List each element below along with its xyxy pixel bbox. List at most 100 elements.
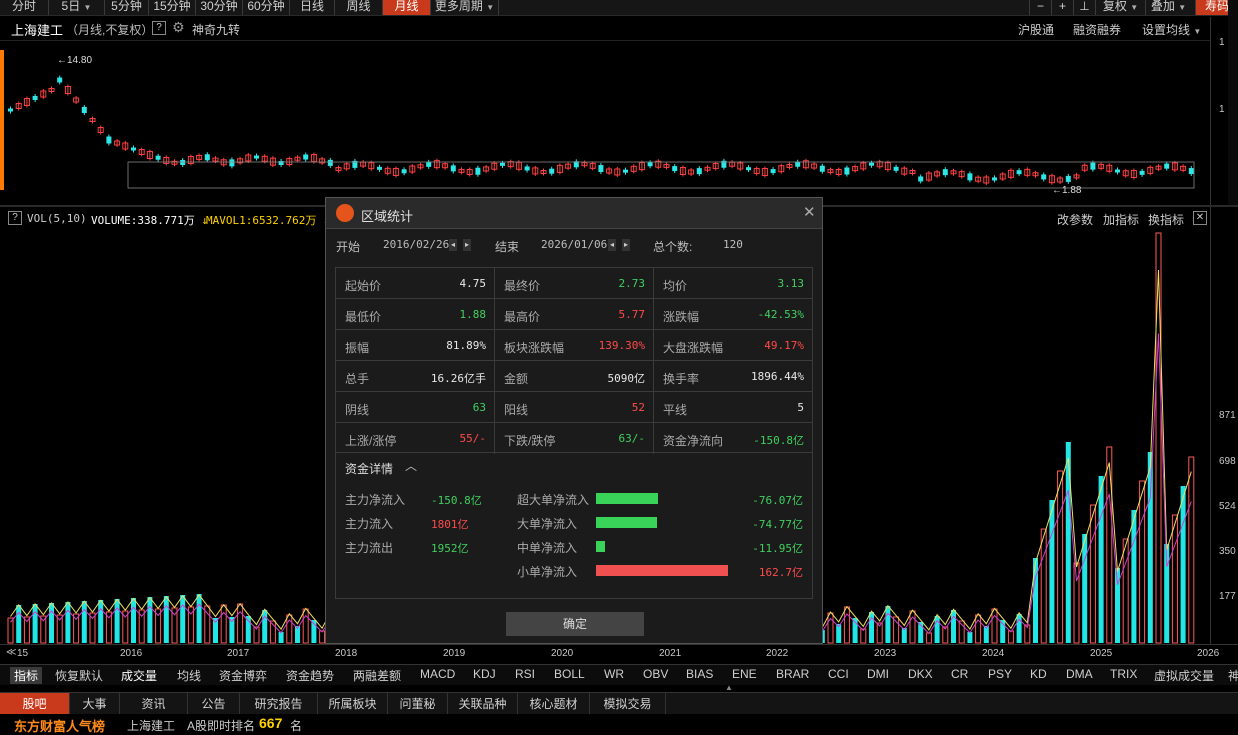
rights-adjust-dropdown[interactable]: 复权 ▼ (1095, 0, 1145, 15)
tab-news[interactable]: 资讯 (120, 693, 188, 715)
indicator-dma[interactable]: DMA (1066, 667, 1093, 681)
volume-bar (991, 608, 998, 644)
link-hk-connect[interactable]: 沪股通 (1018, 21, 1054, 38)
tab-intraday[interactable]: 分时 (0, 0, 49, 15)
indicator-kd[interactable]: KD (1030, 667, 1047, 681)
time-tick: 2018 (335, 648, 358, 659)
indicator-margin-diff[interactable]: 两融差额 (353, 667, 401, 684)
scroll-left-icon[interactable]: ≪ (6, 647, 16, 658)
volume-bar (1188, 456, 1195, 644)
indicator-cr[interactable]: CR (951, 667, 968, 681)
rank-brand[interactable]: 东方财富人气榜 (14, 716, 105, 735)
indicator-obv[interactable]: OBV (643, 667, 668, 681)
collapse-handle-icon[interactable]: ▲ (718, 684, 740, 692)
tab-daily[interactable]: 日线 (290, 0, 335, 15)
chevron-up-icon[interactable]: ︿ (405, 457, 417, 474)
volume-bar (302, 608, 309, 644)
tab-related[interactable]: 关联品种 (448, 693, 518, 715)
tab-5day[interactable]: 5日 ▼ (49, 0, 105, 15)
start-prev-icon[interactable]: ◂ (449, 239, 457, 251)
indicator-fund-trend[interactable]: 资金趋势 (286, 667, 334, 684)
kline-chart[interactable] (0, 40, 1210, 205)
time-tick: 2025 (1090, 648, 1113, 659)
settings-gear-icon[interactable]: ⚙ (172, 19, 185, 36)
volume-bar (163, 596, 169, 643)
indicator-ma[interactable]: 均线 (177, 667, 201, 684)
volume-bar (1033, 558, 1038, 643)
tab-announcements[interactable]: 公告 (188, 693, 240, 715)
start-next-icon[interactable]: ▸ (463, 239, 471, 251)
indicator-rsi[interactable]: RSI (515, 667, 535, 681)
volume-bar (925, 632, 932, 644)
vol-axis-871: 871 (1219, 410, 1236, 421)
tab-research[interactable]: 研究报告 (240, 693, 318, 715)
vol-help-icon[interactable]: ? (8, 211, 22, 225)
end-prev-icon[interactable]: ◂ (608, 239, 616, 251)
volume-bar (827, 612, 834, 644)
fund-right-label: 小单净流入 (517, 565, 578, 579)
indicator-tab-menu[interactable]: 指标 (10, 667, 43, 684)
tab-ask-secretary[interactable]: 问董秘 (388, 693, 448, 715)
indicator-kdj[interactable]: KDJ (473, 667, 496, 681)
tab-sim-trade[interactable]: 模拟交易 (590, 693, 666, 715)
tab-core-topics[interactable]: 核心题材 (518, 693, 590, 715)
indicator-fund-game[interactable]: 资金博弈 (219, 667, 267, 684)
help-icon[interactable]: ? (152, 21, 166, 35)
indicator-reset[interactable]: 恢复默认 (55, 667, 103, 684)
indicator-more[interactable]: 神 (1228, 667, 1238, 684)
time-axis: ≪ 15 2016 2017 2018 2019 2020 2021 2022 … (0, 644, 1238, 661)
indicator-macd[interactable]: MACD (420, 667, 455, 681)
volume-bar (843, 606, 850, 644)
indicator-cci[interactable]: CCI (828, 667, 849, 681)
indicator-ene[interactable]: ENE (732, 667, 757, 681)
tab-weekly[interactable]: 周线 (335, 0, 383, 15)
indicator-trix[interactable]: TRIX (1110, 667, 1137, 681)
close-icon[interactable]: ✕ (803, 203, 816, 221)
volume-bar (1016, 614, 1022, 643)
tab-events[interactable]: 大事 (70, 693, 120, 715)
close-icon[interactable]: ✕ (1193, 211, 1207, 225)
tab-more-periods[interactable]: 更多周期 ▼ (431, 0, 499, 15)
time-tick: 2021 (659, 648, 682, 659)
chart-subtitle: （月线,不复权） (66, 23, 154, 37)
indicator-volume[interactable]: 成交量 (121, 667, 157, 684)
indicator-bias[interactable]: BIAS (686, 667, 713, 681)
tab-15min[interactable]: 15分钟 (149, 0, 196, 15)
volume-bar (1082, 534, 1088, 643)
end-date: 2026/01/06 (541, 238, 608, 251)
volume-bar (869, 612, 874, 643)
tab-30min[interactable]: 30分钟 (196, 0, 243, 15)
tab-sectors[interactable]: 所属板块 (318, 693, 388, 715)
indicator-dmi[interactable]: DMI (867, 667, 889, 681)
vol-title[interactable]: VOL(5,10) (27, 212, 87, 225)
tab-5min[interactable]: 5分钟 (105, 0, 149, 15)
stat-label: 阳线 (504, 403, 529, 417)
indicator-name[interactable]: 神奇九转 (192, 21, 240, 38)
indicator-virtual-volume[interactable]: 虚拟成交量 (1154, 667, 1214, 684)
stat-cell: 换手率 1896.44% (654, 361, 812, 392)
stat-value: 55/- (459, 432, 487, 445)
plus-button[interactable]: + (1051, 0, 1073, 15)
fund-flow-bar (596, 517, 657, 528)
minus-button[interactable]: − (1029, 0, 1051, 15)
tab-60min[interactable]: 60分钟 (243, 0, 290, 15)
fund-flow-bar (596, 493, 658, 504)
confirm-button[interactable]: 确定 (506, 612, 644, 636)
stat-value: 5 (797, 401, 804, 414)
overlay-dropdown[interactable]: 叠加 ▼ (1145, 0, 1191, 15)
indicator-dkx[interactable]: DKX (908, 667, 933, 681)
crosshair-icon[interactable]: ⊥ (1073, 0, 1095, 15)
chart-title-line: 上海建工 （月线,不复权） ? ⚙ 神奇九转 沪股通 融资融券 设置均线 ▼ (0, 17, 1210, 39)
tab-monthly[interactable]: 月线 (383, 0, 431, 15)
tab-guba[interactable]: 股吧 (0, 693, 70, 715)
indicator-brar[interactable]: BRAR (776, 667, 809, 681)
indicator-psy[interactable]: PSY (988, 667, 1012, 681)
end-next-icon[interactable]: ▸ (622, 239, 630, 251)
indicator-boll[interactable]: BOLL (554, 667, 585, 681)
link-margin-trading[interactable]: 融资融券 (1073, 21, 1121, 38)
set-ma-dropdown[interactable]: 设置均线 ▼ (1142, 21, 1201, 38)
stat-value: 49.17% (764, 339, 804, 352)
time-tick: 2019 (443, 648, 466, 659)
volume-bar (1139, 480, 1146, 644)
indicator-wr[interactable]: WR (604, 667, 624, 681)
